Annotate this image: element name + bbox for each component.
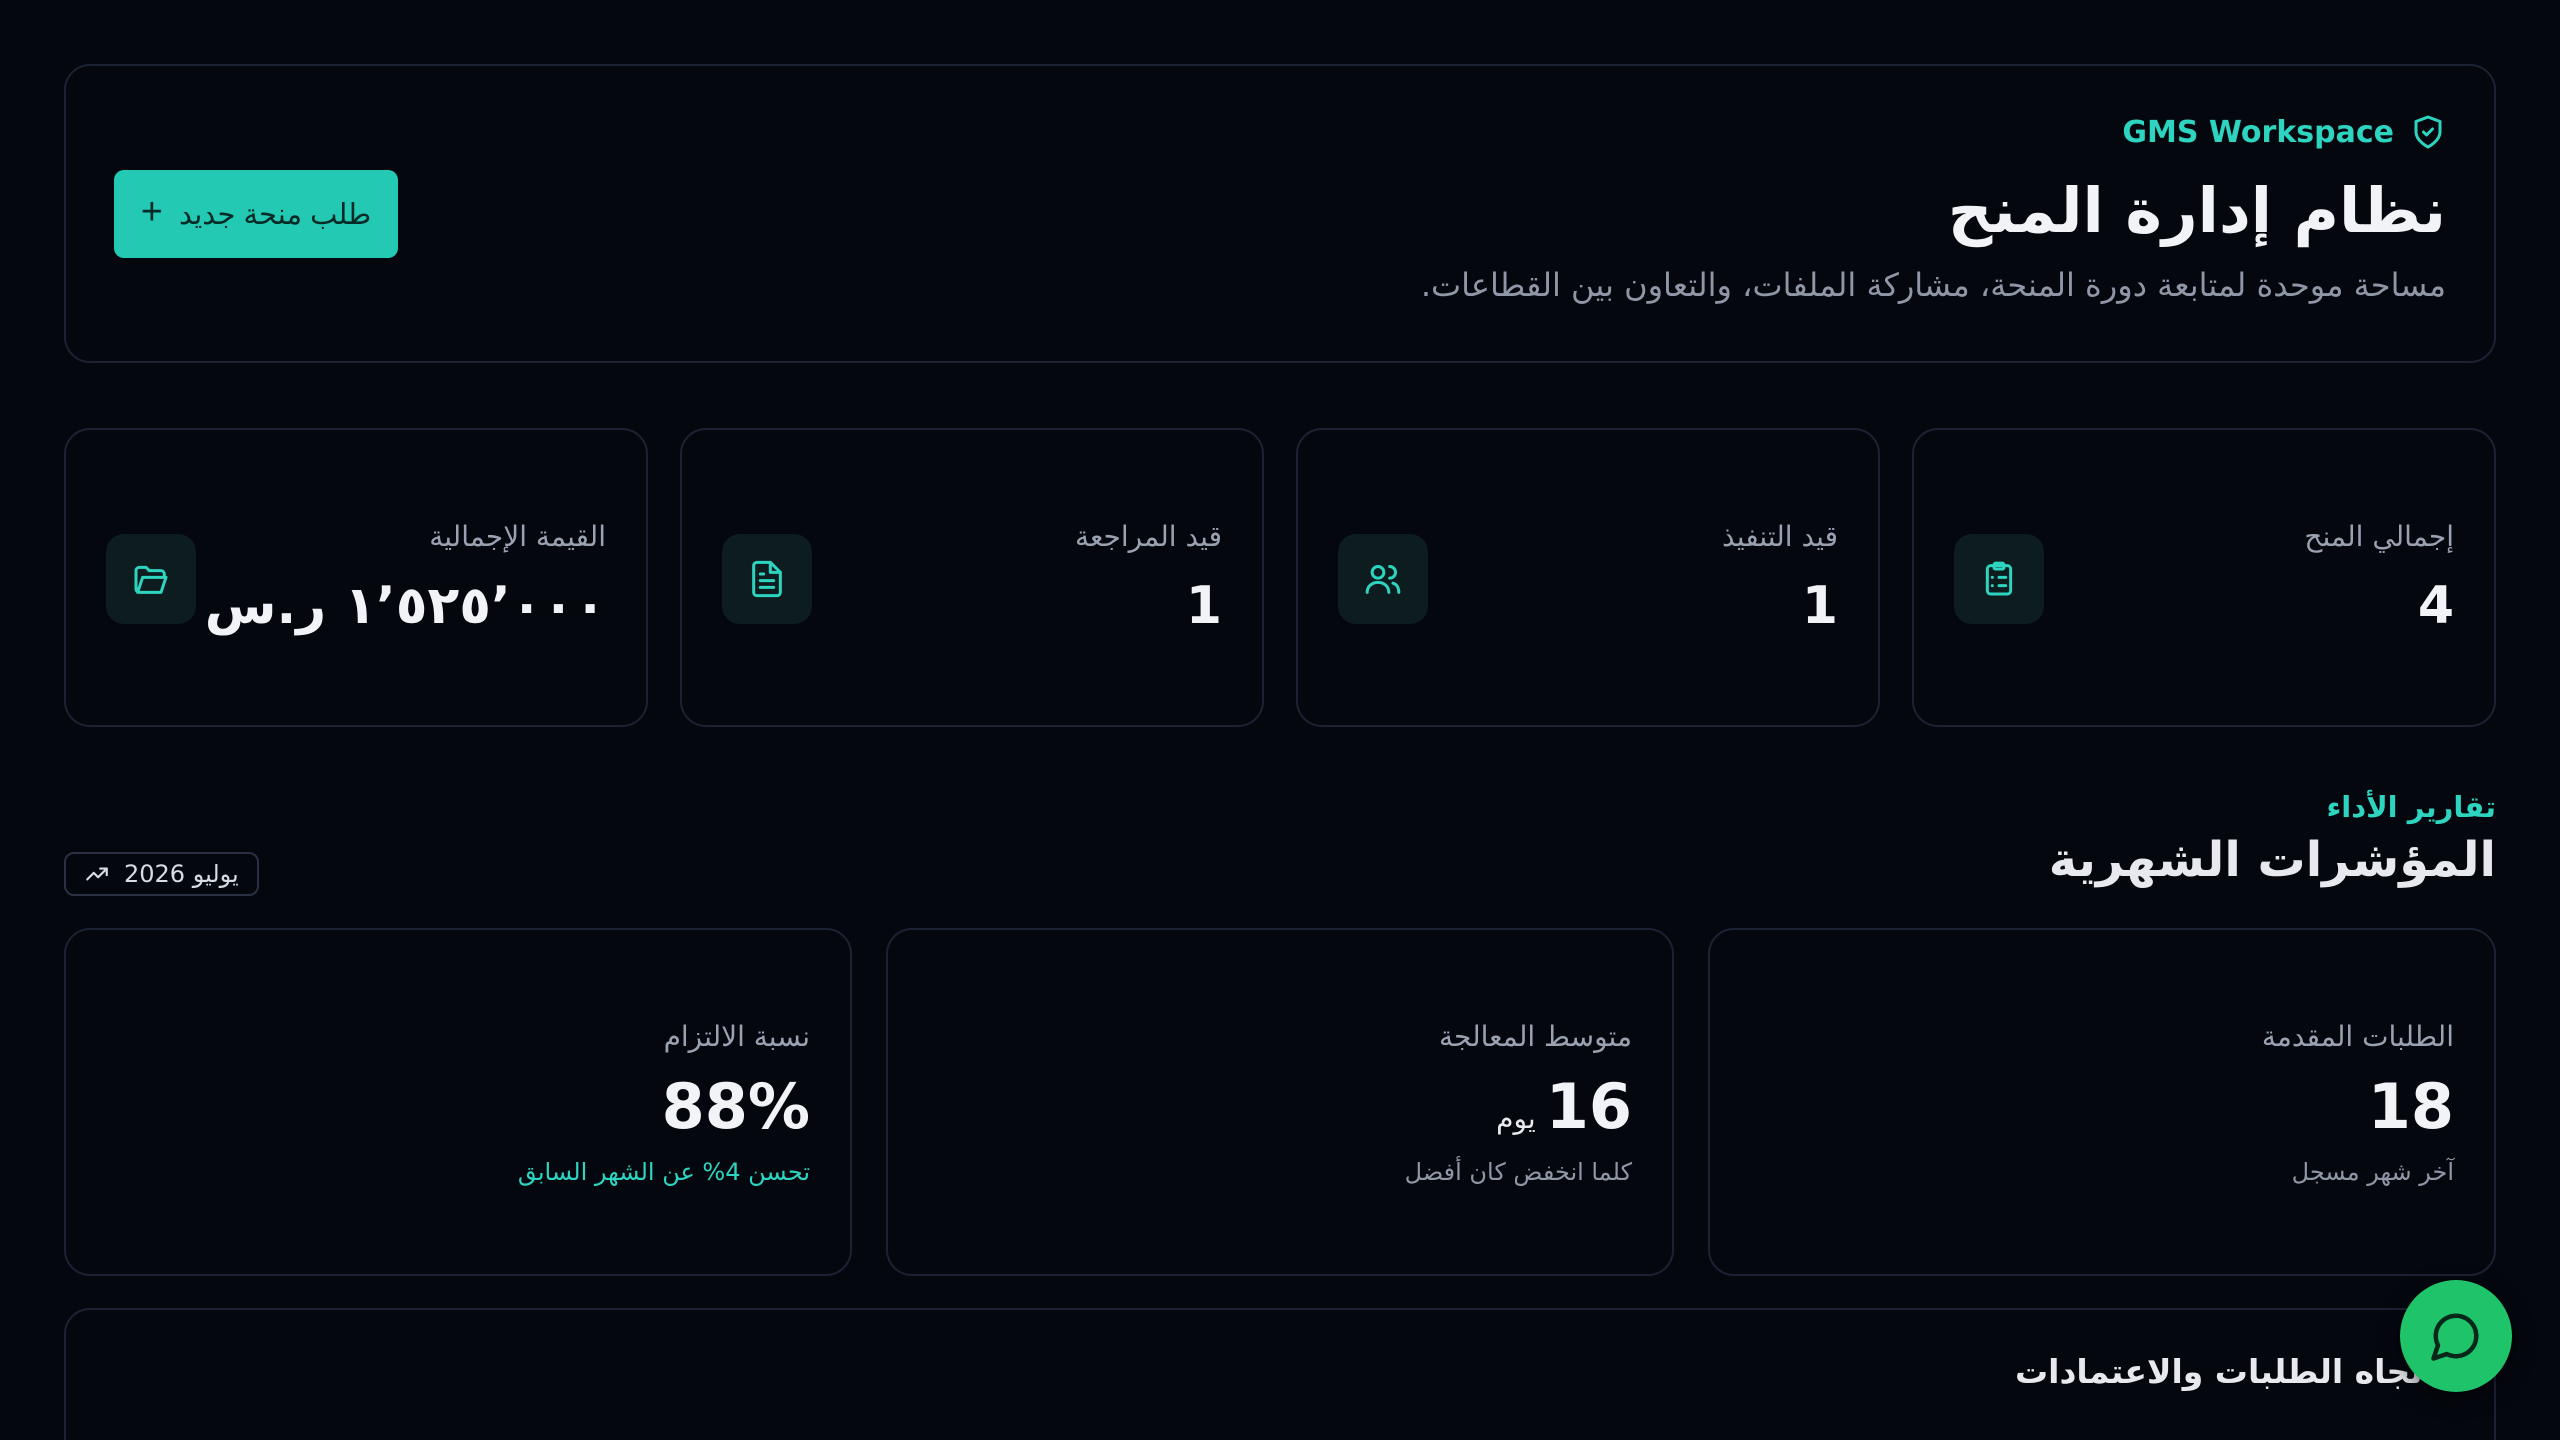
stat-value: 1: [1801, 576, 1838, 636]
period-label: يوليو 2026: [124, 860, 239, 888]
file-text-icon: [722, 534, 812, 624]
metric-note: كلما انخفض كان أفضل: [1404, 1158, 1632, 1186]
stat-card-under-review[interactable]: قيد المراجعة 1: [680, 428, 1264, 727]
stat-label: إجمالي المنح: [2304, 520, 2454, 553]
metric-label: نسبة الالتزام: [663, 1020, 810, 1053]
metric-number: 16: [1545, 1070, 1632, 1143]
chat-bubble-icon: [2429, 1309, 2483, 1363]
metric-card-processing-time: متوسط المعالجة 16 يوم كلما انخفض كان أفض…: [886, 928, 1674, 1276]
users-icon: [1338, 534, 1428, 624]
metric-note: تحسن 4% عن الشهر السابق: [517, 1158, 810, 1186]
trend-title: اتجاه الطلبات والاعتمادات: [2014, 1352, 2434, 1391]
header-card: GMS Workspace نظام إدارة المنح مساحة موح…: [64, 64, 2496, 363]
trending-up-icon: [84, 861, 110, 887]
new-grant-button[interactable]: طلب منحة جديد +: [114, 170, 398, 258]
new-grant-button-label: طلب منحة جديد: [178, 198, 372, 231]
grants-dashboard: GMS Workspace نظام إدارة المنح مساحة موح…: [0, 0, 2560, 1440]
stat-value: 4: [2417, 576, 2454, 636]
period-badge[interactable]: يوليو 2026: [64, 852, 259, 896]
folder-open-icon: [106, 534, 196, 624]
stat-label: قيد المراجعة: [1075, 520, 1222, 553]
stat-card-in-progress[interactable]: قيد التنفيذ 1: [1296, 428, 1880, 727]
stat-value: 1: [1185, 576, 1222, 636]
shield-check-icon: [2410, 114, 2446, 150]
chat-button[interactable]: [2400, 1280, 2512, 1392]
metric-number: 88%: [661, 1070, 810, 1143]
page-title: نظام إدارة المنح: [1947, 174, 2446, 247]
metric-value: 88%: [662, 1070, 810, 1143]
trend-card: اتجاه الطلبات والاعتمادات: [64, 1308, 2496, 1440]
metric-card-submitted: الطلبات المقدمة 18 آخر شهر مسجل: [1708, 928, 2496, 1276]
section-kicker: تقارير الأداء: [2326, 790, 2496, 824]
metric-value: 16 يوم: [1496, 1070, 1632, 1143]
metric-label: الطلبات المقدمة: [2261, 1020, 2454, 1053]
plus-icon: +: [140, 191, 163, 233]
stat-value: ١٬٥٢٥٬٠٠٠ ر.س: [204, 576, 606, 636]
stat-label: قيد التنفيذ: [1722, 520, 1838, 553]
metric-note: آخر شهر مسجل: [2291, 1158, 2454, 1186]
metric-label: متوسط المعالجة: [1438, 1020, 1632, 1053]
workspace-name: GMS Workspace: [2122, 114, 2394, 150]
metric-number: 18: [2367, 1070, 2454, 1143]
metric-card-compliance: نسبة الالتزام 88% تحسن 4% عن الشهر الساب…: [64, 928, 852, 1276]
stat-card-total-grants[interactable]: إجمالي المنح 4: [1912, 428, 2496, 727]
clipboard-list-icon: [1954, 534, 2044, 624]
workspace-label: GMS Workspace: [2122, 114, 2446, 150]
metric-unit: يوم: [1496, 1102, 1536, 1135]
page-subtitle: مساحة موحدة لمتابعة دورة المنحة، مشاركة …: [1420, 266, 2446, 304]
section-title: المؤشرات الشهرية: [2048, 832, 2496, 888]
metric-value: 18: [2368, 1070, 2454, 1143]
stat-label: القيمة الإجمالية: [429, 520, 606, 553]
stat-card-total-value[interactable]: القيمة الإجمالية ١٬٥٢٥٬٠٠٠ ر.س: [64, 428, 648, 727]
